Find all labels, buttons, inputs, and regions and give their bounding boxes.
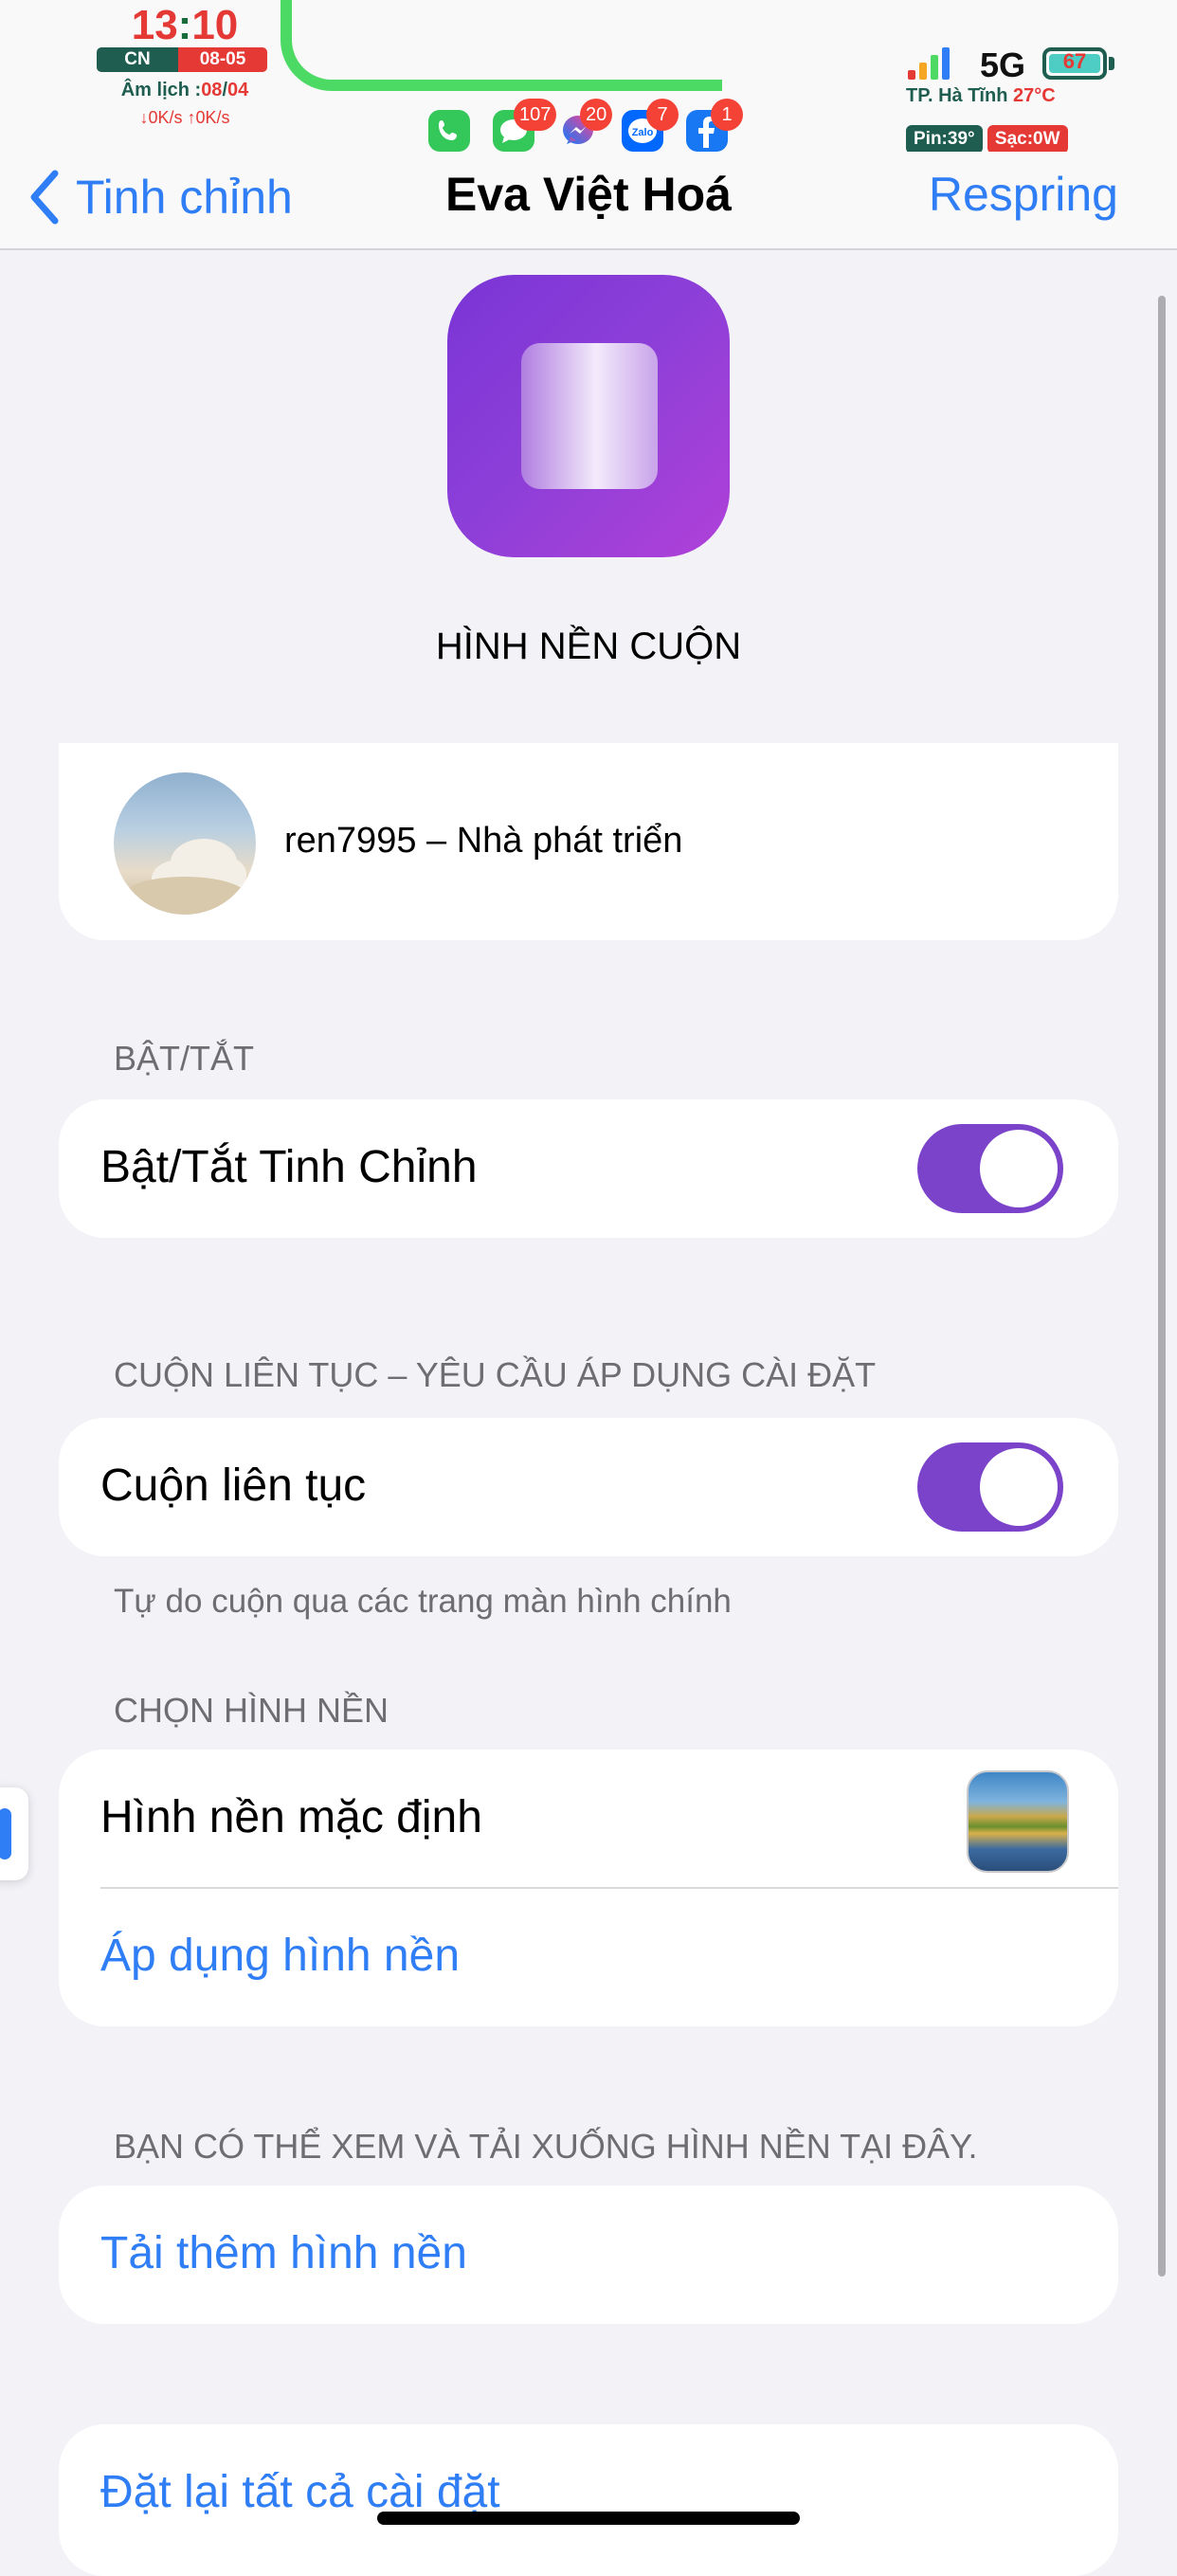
tweak-name: HÌNH NỀN CUỘN xyxy=(435,626,742,667)
weekday-label: CN xyxy=(97,47,178,72)
messenger-badge: 20 xyxy=(580,99,613,131)
scroll-footer: Tự do cuộn qua các trang màn hình chính xyxy=(114,1583,732,1620)
charge-rate: Sạc:0W xyxy=(987,125,1068,154)
enable-toggle[interactable] xyxy=(917,1124,1063,1213)
scroll-toggle[interactable] xyxy=(917,1442,1063,1532)
tweak-icon xyxy=(447,275,730,557)
device-stats: Pin:39° Sạc:0W xyxy=(906,125,1068,154)
lunar-date: Âm lịch :08/04 xyxy=(120,80,249,100)
reset-settings-link[interactable]: Đặt lại tất cả cài đặt xyxy=(100,2466,500,2518)
phone-icon[interactable] xyxy=(428,110,470,152)
weather: TP. Hà Tĩnh 27°C xyxy=(906,85,1056,106)
network-type: 5G xyxy=(980,45,1026,84)
home-indicator[interactable] xyxy=(377,2512,800,2525)
section-header-wallpaper: CHỌN HÌNH NỀN xyxy=(114,1691,389,1730)
battery-temp: Pin:39° xyxy=(906,125,983,154)
section-header-scroll: CUỘN LIÊN TỤC – YÊU CẦU ÁP DỤNG CÀI ĐẶT xyxy=(114,1355,877,1394)
signal-bars-icon xyxy=(908,45,965,80)
svg-text:Zalo: Zalo xyxy=(632,127,654,138)
developer-avatar xyxy=(114,772,256,915)
dynamic-island-progress xyxy=(281,0,722,91)
battery-tip xyxy=(1109,57,1114,70)
messages-badge: 107 xyxy=(514,99,557,131)
section-header-download: BẠN CÓ THỂ XEM VÀ TẢI XUỐNG HÌNH NỀN TẠI… xyxy=(114,2127,978,2166)
scrollbar[interactable] xyxy=(1158,296,1166,2277)
enable-label: Bật/Tắt Tinh Chỉnh xyxy=(100,1142,478,1192)
apply-wallpaper-button[interactable]: Áp dụng hình nền xyxy=(100,1930,460,1982)
scroll-label: Cuộn liên tục xyxy=(100,1460,367,1511)
network-speed: ↓0K/s ↑0K/s xyxy=(139,108,230,127)
battery-level: 67 xyxy=(1062,49,1087,73)
date-badge: CN 08-05 xyxy=(97,47,267,72)
clock: 13:10 xyxy=(131,2,239,48)
date-label: 08-05 xyxy=(178,47,267,72)
status-bar: 13:10 CN 08-05 Âm lịch :08/04 ↓0K/s ↑0K/… xyxy=(0,0,1177,154)
section-header-enable: BẬT/TẮT xyxy=(114,1039,255,1078)
navigation-bar: Tinh chỉnh Eva Việt Hoá Respring xyxy=(0,152,1177,250)
default-wallpaper-label[interactable]: Hình nền mặc định xyxy=(100,1791,482,1843)
wallpaper-thumbnail[interactable] xyxy=(967,1770,1069,1873)
zalo-badge: 7 xyxy=(646,99,679,131)
download-wallpapers-link[interactable]: Tải thêm hình nền xyxy=(100,2227,467,2279)
facebook-badge: 1 xyxy=(711,99,743,131)
divider xyxy=(100,1887,1118,1889)
developer-label: ren7995 – Nhà phát triển xyxy=(284,821,683,861)
respring-button[interactable]: Respring xyxy=(929,167,1118,222)
assistive-touch-handle[interactable] xyxy=(0,1787,28,1880)
battery-icon: 67 xyxy=(1042,47,1107,80)
